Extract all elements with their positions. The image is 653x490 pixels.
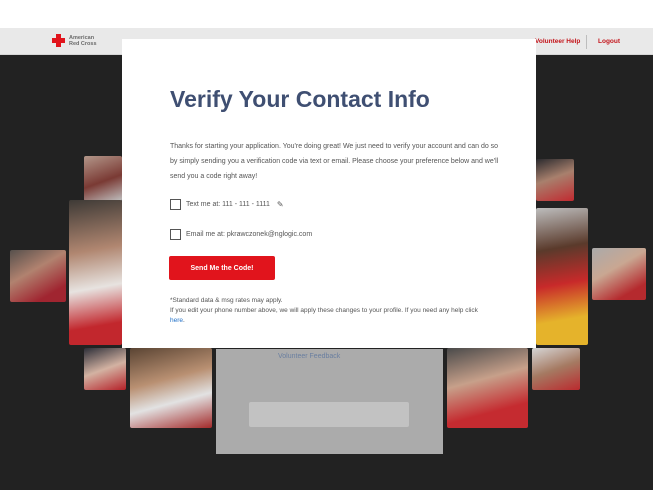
text-me-label: Text me at: 111 - 111 - 1111 xyxy=(186,201,270,208)
volunteer-photo xyxy=(592,248,646,300)
underlying-button xyxy=(249,402,409,427)
volunteer-photo xyxy=(536,159,574,201)
period: . xyxy=(183,317,185,324)
text-me-option[interactable]: Text me at: 111 - 111 - 1111 ✎ xyxy=(170,199,284,210)
logout-link[interactable]: Logout xyxy=(598,38,620,45)
red-cross-icon xyxy=(52,34,65,47)
header-divider xyxy=(586,35,587,49)
volunteer-photo xyxy=(130,348,212,428)
volunteer-photo xyxy=(536,208,588,345)
edit-phone-text: If you edit your phone number above, we … xyxy=(170,307,478,314)
modal-intro-text: Thanks for starting your application. Yo… xyxy=(170,143,499,180)
verify-contact-modal: Verify Your Contact Info Thanks for star… xyxy=(122,39,536,348)
modal-title: Verify Your Contact Info xyxy=(170,86,430,112)
volunteer-help-link[interactable]: Volunteer Help xyxy=(535,38,580,45)
logo-text: American Red Cross xyxy=(69,34,97,47)
page: American Red Cross Volunteer Help Logout… xyxy=(0,0,653,490)
volunteer-photo xyxy=(69,200,122,345)
edit-phone-note: If you edit your phone number above, we … xyxy=(170,306,490,326)
text-me-checkbox[interactable] xyxy=(170,199,181,210)
help-link[interactable]: here xyxy=(170,317,183,324)
modal-footnote: *Standard data & msg rates may apply. If… xyxy=(170,296,490,326)
email-me-option[interactable]: Email me at: pkrawczonek@nglogic.com xyxy=(170,229,312,240)
volunteer-photo xyxy=(84,348,126,390)
american-red-cross-logo[interactable]: American Red Cross xyxy=(52,34,97,47)
volunteer-feedback-link: Volunteer Feedback xyxy=(278,353,341,360)
volunteer-photo xyxy=(10,250,66,302)
email-me-checkbox[interactable] xyxy=(170,229,181,240)
email-me-label: Email me at: pkrawczonek@nglogic.com xyxy=(186,231,313,238)
volunteer-photo xyxy=(84,156,122,201)
rates-note: *Standard data & msg rates may apply. xyxy=(170,297,283,304)
volunteer-photo xyxy=(532,348,580,390)
volunteer-photo xyxy=(447,348,528,428)
pencil-icon[interactable]: ✎ xyxy=(277,200,284,209)
send-code-button[interactable]: Send Me the Code! xyxy=(169,256,275,280)
